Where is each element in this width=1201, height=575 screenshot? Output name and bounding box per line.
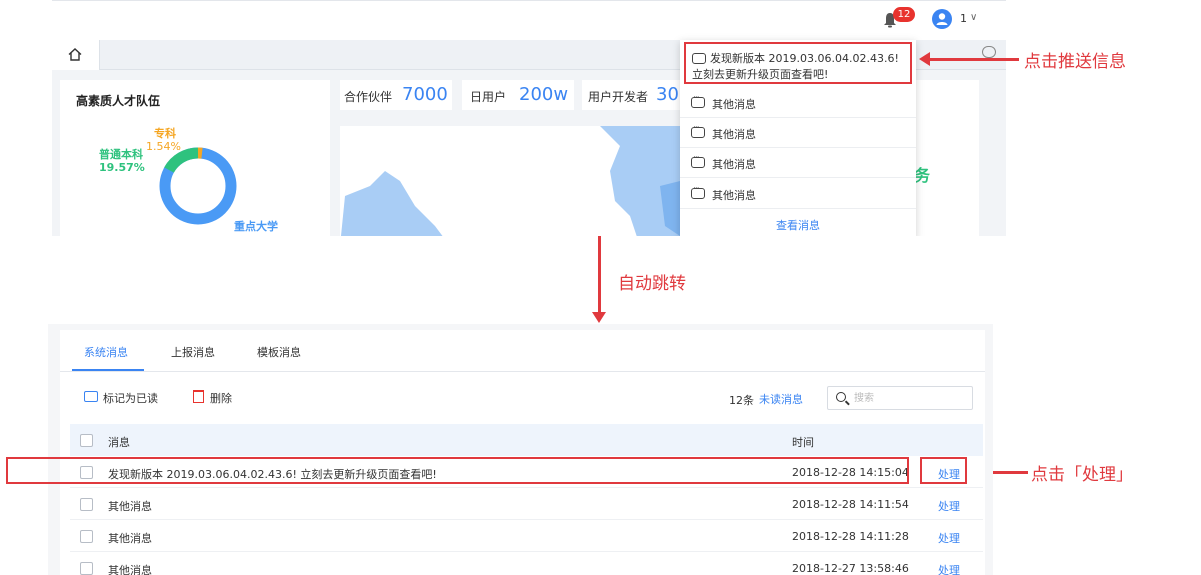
donut-value-vocational: 1.54% [146,140,181,153]
map-graphic [341,126,680,236]
search-icon [836,392,846,402]
dropdown-message-text: 其他消息 [712,98,756,111]
message-dropdown: 发现新版本 2019.03.06.04.02.43.6! 立刻去更新升级页面查看… [680,40,916,236]
row-message: 其他消息 [108,532,152,545]
message-toolbar: 标记为已读 删除 12条 未读消息 [60,382,985,414]
stat-partners: 合作伙伴 7000 [340,80,452,110]
donut-label-vocational: 专科 [154,127,176,140]
push-message-line1: 发现新版本 2019.03.06.04.02.43.6! [710,52,899,65]
active-tab-indicator [72,369,144,371]
stat-label: 合作伙伴 [344,90,393,104]
select-all-checkbox[interactable] [80,434,93,447]
push-message-line2: 立刻去更新升级页面查看吧! [692,68,829,81]
stat-value: 200w [519,84,569,105]
dropdown-message-item[interactable]: 其他消息 [680,148,916,178]
message-icon [692,53,706,64]
message-icon [691,153,705,168]
chat-icon[interactable] [982,46,996,58]
message-center-screenshot: 系统消息 上报消息 模板消息 标记为已读 删除 12条 未读消息 消息 时间 [48,324,993,575]
envelope-icon[interactable] [84,391,98,402]
donut-label-key-university: 重点大学 [234,220,278,233]
dropdown-message-text: 其他消息 [712,158,756,171]
chevron-down-icon[interactable]: ∨ [970,12,977,23]
row-checkbox[interactable] [80,562,93,575]
column-header-message: 消息 [108,436,130,449]
row-time: 2018-12-28 14:11:28 [792,530,909,543]
donut-value-undergrad: 19.57% [99,161,145,174]
tab-report-messages[interactable]: 上报消息 [171,344,215,360]
right-card [914,80,979,236]
dropdown-message-item[interactable]: 其他消息 [680,118,916,148]
right-card-text: 务 [914,166,931,185]
delete-button[interactable]: 删除 [210,390,232,406]
tab-system-messages[interactable]: 系统消息 [84,344,128,360]
stat-daily-users: 日用户 200w [462,80,574,110]
dropdown-message-item[interactable]: 其他消息 [680,88,916,118]
user-name[interactable]: 1 [960,12,967,25]
column-header-time: 时间 [792,436,814,449]
message-icon [691,93,705,108]
unread-messages-link[interactable]: 未读消息 [759,391,803,407]
annotation-auto-jump: 自动跳转 [618,274,686,294]
row-message: 其他消息 [108,500,152,513]
top-header [52,0,1006,40]
stat-developers: 用户开发者 30 [582,80,680,110]
search-input[interactable] [854,390,966,406]
user-icon [936,13,948,25]
row-time: 2018-12-27 13:58:46 [792,562,909,575]
handle-button[interactable]: 处理 [938,498,960,514]
row-checkbox[interactable] [80,498,93,511]
message-tabs: 系统消息 上报消息 模板消息 [60,330,985,372]
annotation-arrow-down [592,236,606,323]
annotation-row-highlight [6,457,909,484]
avatar[interactable] [932,9,952,29]
annotation-click-push: 点击推送信息 [1024,52,1126,72]
mark-read-button[interactable]: 标记为已读 [103,390,158,406]
tab-template-messages[interactable]: 模板消息 [257,344,301,360]
talent-card: 高素质人才队伍 专科 1.54% 普通本科 19.57% 重点大学 [60,80,330,236]
row-time: 2018-12-28 14:11:54 [792,498,909,511]
trash-icon[interactable] [193,390,204,403]
annotation-click-handle: 点击「处理」 [1031,465,1133,485]
table-row[interactable]: 其他消息 2018-12-27 13:58:46 处理 [70,552,983,575]
home-icon [68,48,82,61]
handle-button[interactable]: 处理 [938,530,960,546]
donut-label-undergrad: 普通本科 [99,148,143,161]
annotation-arrow-push [919,52,1019,66]
message-icon [691,123,705,138]
view-messages-link[interactable]: 查看消息 [680,217,916,233]
annotation-action-highlight [920,457,967,484]
search-box[interactable] [827,386,973,410]
message-icon [691,184,705,199]
row-message: 其他消息 [108,564,152,575]
stat-label: 用户开发者 [588,90,649,104]
message-panel: 系统消息 上报消息 模板消息 标记为已读 删除 12条 未读消息 消息 时间 [60,330,985,575]
row-checkbox[interactable] [80,530,93,543]
stat-label: 日用户 [470,90,507,104]
stat-value: 7000 [402,84,448,105]
notification-badge: 12 [893,7,915,22]
stat-value: 30 [656,84,679,105]
tab-home[interactable] [52,40,100,70]
dropdown-message-text: 其他消息 [712,128,756,141]
table-row[interactable]: 其他消息 2018-12-28 14:11:28 处理 [70,520,983,552]
table-row[interactable]: 其他消息 2018-12-28 14:11:54 处理 [70,488,983,520]
handle-button[interactable]: 处理 [938,562,960,575]
push-message-item[interactable]: 发现新版本 2019.03.06.04.02.43.6! 立刻去更新升级页面查看… [684,42,912,84]
dropdown-message-item[interactable]: 其他消息 [680,179,916,209]
dropdown-message-text: 其他消息 [712,189,756,202]
card-title: 高素质人才队伍 [76,94,161,108]
message-count: 12条 [729,394,754,407]
dashboard-screenshot: 12 1 ∨ 高素质人才队伍 专科 1.54% 普通本科 19.57% 重点大学… [52,0,1006,236]
map-card [340,126,680,236]
table-header: 消息 时间 [70,424,983,456]
